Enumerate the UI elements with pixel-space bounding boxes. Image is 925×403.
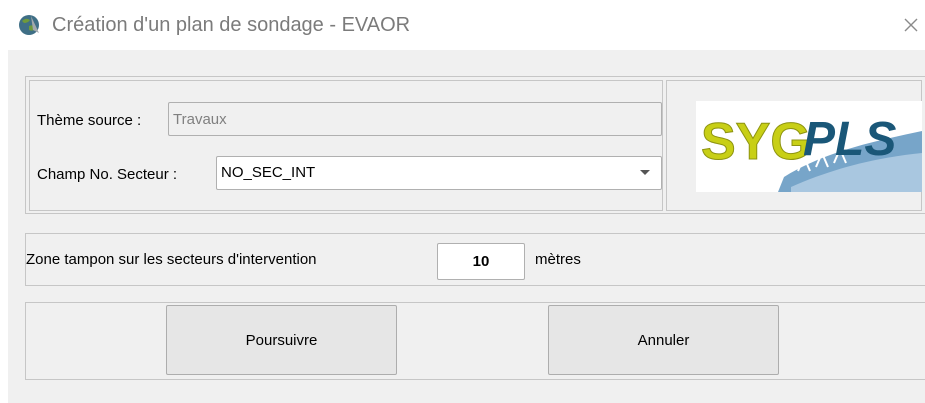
source-group: Thème source : Champ No. Secteur : NO_SE… [25,76,925,214]
close-icon[interactable] [898,12,924,38]
buttons-group: Poursuivre Annuler [25,302,925,380]
buffer-group: Zone tampon sur les secteurs d'intervent… [25,233,925,286]
buffer-zone-label: Zone tampon sur les secteurs d'intervent… [26,251,317,268]
globe-icon [19,15,39,35]
champ-secteur-dropdown[interactable]: NO_SEC_INT [216,156,662,190]
buffer-distance-input[interactable] [437,243,525,280]
champ-secteur-value: NO_SEC_INT [221,164,316,181]
logo-panel: SYG PLS [666,80,922,211]
buffer-unit-label: mètres [535,251,581,268]
cancel-button[interactable]: Annuler [548,305,779,375]
dialog-body: Thème source : Champ No. Secteur : NO_SE… [8,50,925,403]
window-title: Création d'un plan de sondage - EVAOR [52,14,411,36]
fields-panel: Thème source : Champ No. Secteur : NO_SE… [29,80,663,211]
title-bar: Création d'un plan de sondage - EVAOR [0,0,925,50]
chevron-down-icon [640,170,650,175]
logo-text-pls: PLS [803,113,896,166]
sygpls-logo: SYG PLS [696,101,922,192]
theme-source-label: Thème source : [37,112,142,129]
champ-secteur-label: Champ No. Secteur : [37,166,178,183]
logo-text-syg: SYG [701,113,811,171]
theme-source-field[interactable] [168,102,662,136]
continue-button[interactable]: Poursuivre [166,305,397,375]
